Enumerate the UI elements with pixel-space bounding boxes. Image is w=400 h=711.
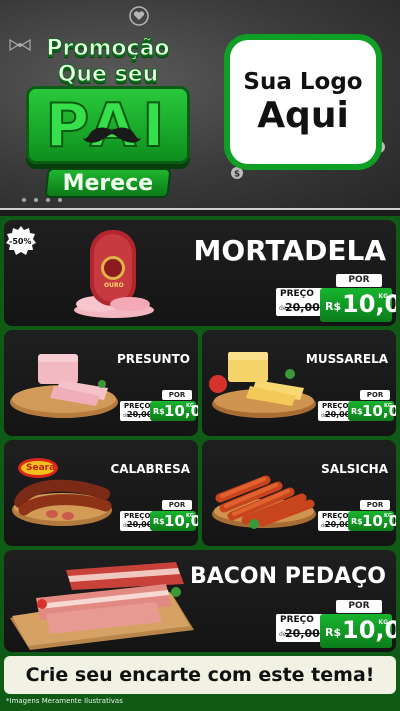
calabresa-image bbox=[12, 458, 112, 526]
old-price-value: 20,00 bbox=[325, 520, 351, 529]
por-label: POR bbox=[162, 500, 192, 510]
cta-banner[interactable]: Crie seu encarte com este tema! bbox=[4, 656, 396, 694]
promo-title-line1: Promoção bbox=[46, 36, 170, 62]
presunto-image bbox=[10, 354, 118, 418]
preco-label: PREÇO bbox=[280, 289, 314, 299]
preco-label: PREÇO bbox=[124, 512, 151, 520]
promo-title-line2: Que seu bbox=[57, 62, 159, 88]
mortadela-image bbox=[74, 230, 154, 318]
discount-badge-text: -50% bbox=[9, 237, 32, 246]
old-price-value: 20,00 bbox=[285, 627, 320, 640]
old-price-value: 20,00 bbox=[127, 410, 153, 419]
por-label: POR bbox=[360, 500, 390, 510]
currency-label: R$ bbox=[153, 407, 165, 416]
product-name-bacon: BACON PEDAÇO bbox=[189, 564, 386, 589]
por-label: POR bbox=[360, 390, 390, 400]
product-name-mussarela: MUSSARELA bbox=[305, 352, 388, 366]
new-price-box: R$ 10,00 KG bbox=[320, 614, 396, 648]
por-label: POR bbox=[336, 600, 382, 613]
unit-label: KG bbox=[384, 513, 392, 519]
promo-title-badge: Promoção Que seu PAI Merece bbox=[18, 22, 198, 198]
currency-label: R$ bbox=[325, 300, 342, 313]
new-price-box: R$ 10,00 KG bbox=[150, 511, 198, 531]
preco-label: PREÇO bbox=[322, 402, 349, 410]
promo-merece-pill: Merece bbox=[44, 168, 172, 198]
product-card-presunto[interactable]: PRESUNTO POR PREÇO de 20,00 R$ 10,00 KG bbox=[4, 330, 198, 436]
promo-merece-text: Merece bbox=[62, 171, 154, 196]
preco-label: PREÇO bbox=[124, 402, 151, 410]
logo-text-line1: Sua Logo bbox=[243, 69, 363, 95]
new-price-box: R$ 10,00 KG bbox=[348, 511, 396, 531]
unit-label: KG bbox=[384, 403, 392, 409]
old-price-value: 20,00 bbox=[127, 520, 153, 529]
por-label: POR bbox=[162, 390, 192, 400]
mussarela-image bbox=[209, 352, 316, 418]
price-tag-mussarela: POR PREÇO de 20,00 R$ 10,00 KG bbox=[318, 390, 396, 424]
header-banner: $ $ $ Promoção Que seu PAI Merece Sua Lo… bbox=[0, 0, 400, 208]
currency-label: R$ bbox=[325, 626, 342, 639]
logo-inner: Sua Logo Aqui bbox=[230, 40, 376, 164]
mustache-icon bbox=[83, 127, 141, 143]
old-price-value: 20,00 bbox=[325, 410, 351, 419]
old-price-value: 20,00 bbox=[285, 301, 320, 314]
product-card-bacon[interactable]: BACON PEDAÇO POR PREÇO de 20,00 R$ 10,00… bbox=[4, 550, 396, 652]
currency-label: R$ bbox=[153, 517, 165, 526]
header-divider bbox=[0, 208, 400, 216]
unit-label: KG bbox=[186, 403, 194, 409]
new-price-box: R$ 10,00 KG bbox=[320, 288, 396, 322]
currency-label: R$ bbox=[351, 517, 363, 526]
logo-placeholder[interactable]: Sua Logo Aqui bbox=[224, 34, 382, 170]
product-card-mussarela[interactable]: MUSSARELA POR PREÇO de 20,00 R$ 10,00 KG bbox=[202, 330, 396, 436]
unit-label: KG bbox=[378, 619, 388, 626]
salsicha-image bbox=[212, 475, 316, 529]
preco-label: PREÇO bbox=[280, 615, 314, 625]
unit-label: KG bbox=[378, 293, 388, 300]
unit-label: KG bbox=[186, 513, 194, 519]
product-name-calabresa: CALABRESA bbox=[110, 462, 190, 476]
product-card-salsicha[interactable]: SALSICHA POR PREÇO de 20,00 R$ 10,00 KG bbox=[202, 440, 396, 546]
calabresa-brand-label: Seara bbox=[26, 463, 56, 473]
price-tag-calabresa: POR PREÇO de 20,00 R$ 10,00 KG bbox=[120, 500, 198, 534]
product-card-mortadela[interactable]: OURO MORTADELA POR PREÇO de 20,00 R$ 10,… bbox=[4, 220, 396, 326]
product-name-salsicha: SALSICHA bbox=[321, 462, 388, 476]
logo-text-line2: Aqui bbox=[257, 95, 349, 136]
price-tag-salsicha: POR PREÇO de 20,00 R$ 10,00 KG bbox=[318, 500, 396, 534]
product-name-mortadela: MORTADELA bbox=[193, 234, 386, 267]
svg-text:$: $ bbox=[234, 170, 240, 180]
preco-label: PREÇO bbox=[322, 512, 349, 520]
new-price-box: R$ 10,00 KG bbox=[150, 401, 198, 421]
por-label: POR bbox=[336, 274, 382, 287]
price-tag-bacon: POR PREÇO de 20,00 R$ 10,00 KG bbox=[276, 600, 396, 648]
cta-text: Crie seu encarte com este tema! bbox=[25, 664, 375, 686]
mortadela-brand-label: OURO bbox=[104, 282, 124, 289]
bacon-image bbox=[10, 562, 194, 650]
price-tag-mortadela: POR PREÇO de 20,00 R$ 10,00 KG bbox=[276, 274, 396, 322]
price-tag-presunto: POR PREÇO de 20,00 R$ 10,00 KG bbox=[120, 390, 198, 424]
promo-pai-block: PAI bbox=[26, 86, 190, 164]
product-name-presunto: PRESUNTO bbox=[116, 352, 190, 366]
disclaimer-text: *Imagens Meramente Ilustrativas bbox=[6, 697, 123, 705]
new-price-box: R$ 10,00 KG bbox=[348, 401, 396, 421]
currency-label: R$ bbox=[351, 407, 363, 416]
product-card-calabresa[interactable]: Seara CALABRESA POR PREÇO de 20,00 R$ 10… bbox=[4, 440, 198, 546]
